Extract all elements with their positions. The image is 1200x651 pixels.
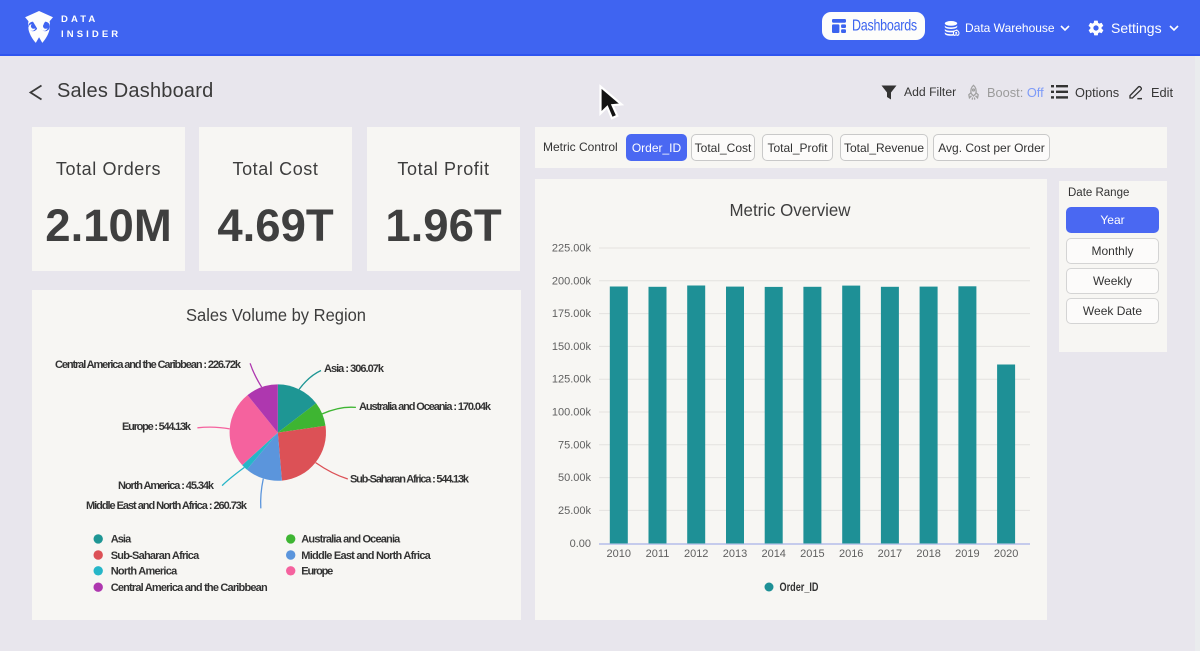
svg-text:Middle East and North Africa :: Middle East and North Africa : 260.73k [86, 500, 248, 512]
svg-text:2015: 2015 [800, 548, 824, 560]
svg-text:75.00k: 75.00k [558, 439, 592, 451]
svg-text:2010: 2010 [607, 548, 631, 560]
svg-text:North America : 45.34k: North America : 45.34k [118, 480, 215, 492]
svg-text:Sub-Saharan Africa : 544.13k: Sub-Saharan Africa : 544.13k [350, 474, 470, 486]
svg-text:2014: 2014 [761, 548, 785, 560]
svg-text:Sales Volume by Region: Sales Volume by Region [186, 305, 366, 325]
svg-text:2013: 2013 [723, 548, 747, 560]
svg-text:Europe: Europe [301, 566, 333, 578]
svg-text:Australia and Oceania: Australia and Oceania [301, 534, 401, 546]
svg-text:225.00k: 225.00k [552, 243, 592, 255]
svg-text:Order_ID: Order_ID [780, 582, 819, 594]
svg-text:200.00k: 200.00k [552, 275, 592, 287]
svg-text:2018: 2018 [916, 548, 940, 560]
svg-text:Sub-Saharan Africa: Sub-Saharan Africa [111, 550, 200, 562]
svg-text:150.00k: 150.00k [552, 341, 592, 353]
svg-text:25.00k: 25.00k [558, 505, 592, 517]
svg-text:Metric Overview: Metric Overview [730, 200, 851, 220]
svg-text:2012: 2012 [684, 548, 708, 560]
svg-text:50.00k: 50.00k [558, 472, 592, 484]
svg-text:Australia and Oceania : 170.04: Australia and Oceania : 170.04k [359, 401, 492, 413]
svg-text:Middle East and North Africa: Middle East and North Africa [301, 550, 431, 562]
svg-text:0.00: 0.00 [570, 538, 591, 550]
svg-text:Central America and the Caribb: Central America and the Caribbean : 226.… [55, 359, 242, 371]
svg-text:125.00k: 125.00k [552, 374, 592, 386]
svg-text:Central America and the Caribb: Central America and the Caribbean [111, 582, 268, 594]
svg-text:Europe : 544.13k: Europe : 544.13k [122, 421, 192, 433]
svg-text:175.00k: 175.00k [552, 308, 592, 320]
svg-text:2011: 2011 [646, 548, 670, 560]
svg-text:2016: 2016 [839, 548, 863, 560]
svg-text:100.00k: 100.00k [552, 407, 592, 419]
svg-text:Asia : 306.07k: Asia : 306.07k [324, 363, 385, 375]
svg-text:Asia: Asia [111, 534, 132, 546]
svg-text:2019: 2019 [955, 548, 979, 560]
svg-text:2020: 2020 [994, 548, 1018, 560]
svg-text:North America: North America [111, 566, 178, 578]
svg-text:2017: 2017 [878, 548, 902, 560]
